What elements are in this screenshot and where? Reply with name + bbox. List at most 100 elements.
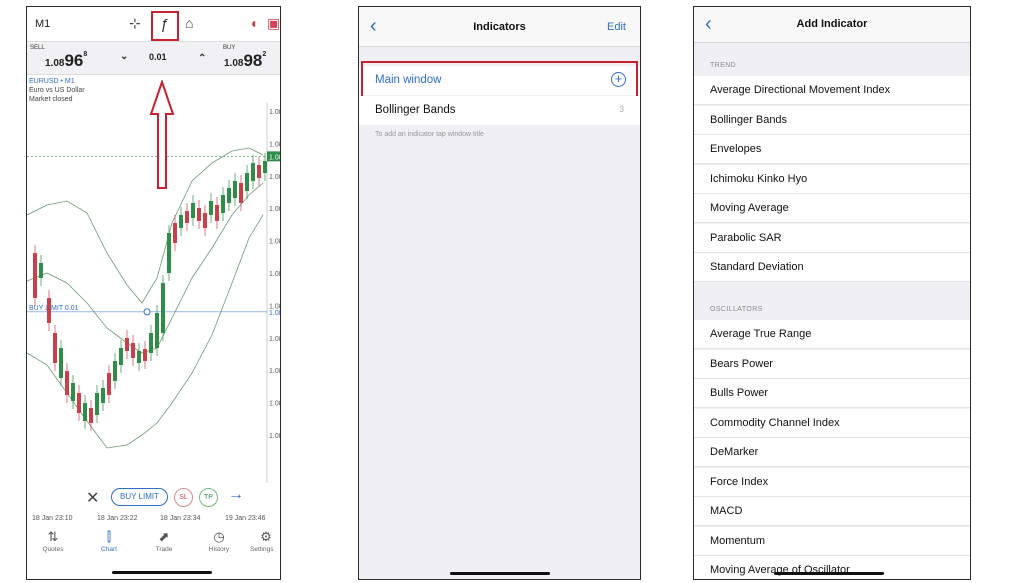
candle-body <box>83 403 87 421</box>
indicator-list-item[interactable]: MACD <box>694 497 970 526</box>
price-tick: 1.08960 <box>269 206 281 213</box>
timeframe-button[interactable]: M1 <box>35 18 50 30</box>
bottom-tab-bar: ⇅ Quotes ⫿ Chart ⬈ Trade ◷ History ⚙ Settings <box>27 528 280 568</box>
hint-text: To add an indicator tap window title <box>375 131 484 138</box>
main-window-highlight <box>361 61 638 98</box>
candle-body <box>203 213 207 228</box>
lot-stepper[interactable]: ⌄ 0.01 ⌃ <box>107 42 220 74</box>
indicator-list-item[interactable]: Moving Average <box>694 194 970 223</box>
time-tick: 18 Jan 23:22 <box>97 515 138 522</box>
chart-toolbar: M1 ⊹ ƒ ⌂ ◐ ▣ <box>27 7 280 41</box>
tab-quotes[interactable]: ⇅ Quotes <box>28 528 78 553</box>
buy-limit-handle <box>143 308 151 316</box>
indicator-list-item[interactable]: Average True Range <box>694 320 970 349</box>
lot-increase-icon[interactable]: ⌃ <box>198 53 206 64</box>
candle-body <box>137 351 141 363</box>
trade-icon[interactable]: ◐ <box>251 15 259 31</box>
section-header-oscillators: OSCILLATORS <box>710 306 763 313</box>
close-icon[interactable]: ✕ <box>86 488 99 508</box>
buy-button[interactable]: BUY 1.08982 <box>220 42 280 74</box>
price-tick: 1.08970 <box>269 141 281 148</box>
indicator-row-bollinger[interactable]: Bollinger Bands 3 <box>359 96 640 125</box>
crosshair-icon[interactable]: ⊹ <box>129 15 141 32</box>
indicator-list-item[interactable]: Moving Average of Oscillator <box>694 556 970 579</box>
indicator-list-label: Average Directional Movement Index <box>710 84 891 96</box>
indicator-function-icon[interactable]: ƒ <box>160 16 168 33</box>
candle-body <box>71 383 75 401</box>
bollinger-middle-line <box>27 182 264 354</box>
page-title: Indicators <box>473 21 526 33</box>
candle-body <box>77 393 81 413</box>
tab-history[interactable]: ◷ History <box>194 528 244 553</box>
buy-limit-line-label: BUY LIMIT 0.01 <box>29 305 79 312</box>
indicator-list-item[interactable]: Standard Deviation <box>694 253 970 282</box>
candle-body <box>233 181 237 198</box>
price-tick: 1.08930 <box>269 401 281 408</box>
indicator-list-label: Standard Deviation <box>710 261 804 273</box>
settings-gear-icon: ⚙ <box>260 529 272 544</box>
indicator-list-item[interactable]: Ichimoku Kinko Hyo <box>694 164 970 194</box>
indicator-list-item[interactable]: Commodity Channel Index <box>694 408 970 438</box>
candle-body <box>119 348 123 365</box>
candle-body <box>257 165 261 178</box>
indicator-list-item[interactable]: Average Directional Movement Index <box>694 76 970 105</box>
candle-body <box>65 371 69 395</box>
candle-body <box>59 348 63 378</box>
section-header-trend: TREND <box>710 62 737 69</box>
indicator-list-item[interactable]: Force Index <box>694 467 970 497</box>
indicator-list-item[interactable]: Bollinger Bands <box>694 105 970 135</box>
sell-button[interactable]: SELL 1.08968 <box>27 42 102 74</box>
tab-chart[interactable]: ⫿ Chart <box>84 528 134 553</box>
indicator-count: 3 <box>619 105 624 114</box>
candle-body <box>125 338 129 351</box>
quotes-icon: ⇅ <box>47 529 59 544</box>
add-indicator-screen: ‹ Add Indicator TREND Average Directiona… <box>693 6 971 580</box>
place-order-arrow-icon[interactable]: → <box>228 486 244 504</box>
tab-settings[interactable]: ⚙ Settings <box>250 528 280 553</box>
take-profit-button[interactable]: TP <box>199 488 218 507</box>
candle-body <box>39 263 43 278</box>
candle-body <box>53 333 57 363</box>
indicator-list-label: Moving Average <box>710 202 789 214</box>
indicator-list-item[interactable]: Momentum <box>694 526 970 556</box>
market-status: Market closed <box>29 96 73 103</box>
stop-loss-button[interactable]: SL <box>174 488 193 507</box>
candle-body <box>113 361 117 381</box>
buy-limit-button[interactable]: BUY LIMIT <box>111 488 168 506</box>
indicator-list-item[interactable]: DeMarker <box>694 438 970 467</box>
indicator-list-label: Bears Power <box>710 357 773 370</box>
tab-trade[interactable]: ⬈ Trade <box>139 528 189 553</box>
candle-body <box>161 283 165 333</box>
indicator-list-label: Momentum <box>710 534 766 547</box>
objects-icon[interactable]: ⌂ <box>185 15 193 31</box>
chart-screen: M1 ⊹ ƒ ⌂ ◐ ▣ SELL 1.08968 ⌄ 0.01 ⌃ BUY 1… <box>26 6 281 580</box>
candle-body <box>131 343 135 358</box>
chart-icon: ⫿ <box>106 529 112 544</box>
candle-body <box>227 188 231 203</box>
page-title: Add Indicator <box>796 18 868 30</box>
buy-price: 1.08982 <box>224 51 267 70</box>
candle-body <box>215 205 219 221</box>
flag-icon[interactable]: ▣ <box>267 15 280 32</box>
indicator-list-label: Force Index <box>710 475 769 488</box>
candle-body <box>173 223 177 243</box>
price-tick: 1.08940 <box>269 336 281 343</box>
candle-body <box>33 253 37 298</box>
indicator-label: Bollinger Bands <box>375 104 456 116</box>
time-tick: 18 Jan 23:34 <box>160 515 201 522</box>
bollinger-lower-line <box>27 214 264 449</box>
quote-bar: SELL 1.08968 ⌄ 0.01 ⌃ BUY 1.08982 <box>27 41 280 75</box>
indicator-list-item[interactable]: Bulls Power <box>694 379 970 408</box>
candle-body <box>101 388 105 403</box>
candle-body <box>107 373 111 395</box>
indicator-list-item[interactable]: Bears Power <box>694 349 970 379</box>
price-tick: 1.08925 <box>269 433 281 440</box>
lot-value[interactable]: 0.01 <box>149 52 167 62</box>
annotation-up-arrow <box>149 80 175 189</box>
indicator-list-item[interactable]: Envelopes <box>694 135 970 164</box>
indicator-list-item[interactable]: Parabolic SAR <box>694 223 970 253</box>
indicator-list-label: Average True Range <box>710 328 812 340</box>
candle-body <box>47 298 51 323</box>
edit-button[interactable]: Edit <box>607 21 626 33</box>
lot-decrease-icon[interactable]: ⌄ <box>120 51 128 62</box>
